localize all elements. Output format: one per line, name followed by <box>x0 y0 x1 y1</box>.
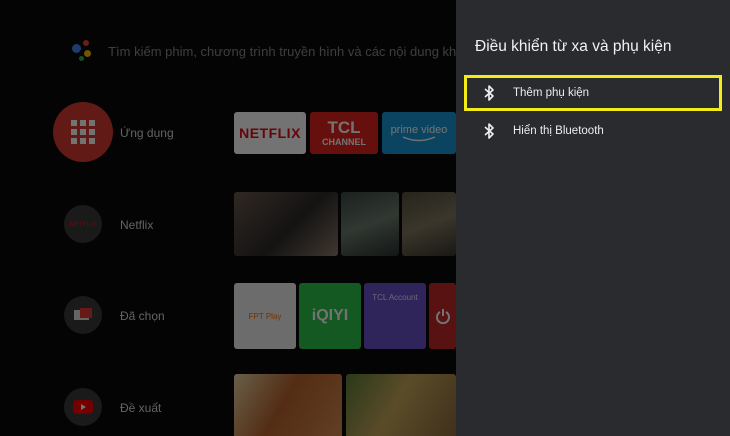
row-netflix: NETFLIX Netflix <box>0 185 456 265</box>
add-accessory-item[interactable]: Thêm phụ kiện <box>464 75 722 111</box>
search-bar[interactable]: Tìm kiếm phim, chương trình truyền hình … <box>70 36 456 66</box>
power-icon <box>435 309 450 324</box>
bluetooth-icon <box>484 123 494 139</box>
show-bluetooth-label: Hiển thị Bluetooth <box>513 125 604 137</box>
netflix-tile-label: NETFLIX <box>239 125 301 141</box>
netflix-app-tile[interactable]: NETFLIX <box>234 112 306 154</box>
power-app-tile[interactable] <box>429 283 456 349</box>
youtube-row-icon[interactable] <box>64 388 102 426</box>
row-label-selected: Đã chọn <box>120 309 165 323</box>
tcl-tile-label: TCL <box>327 118 361 137</box>
row-label-apps: Ứng dụng <box>120 126 174 140</box>
panel-title: Điều khiển từ xa và phụ kiện <box>475 38 672 55</box>
netflix-row-icon-text: NETFLIX <box>69 220 97 228</box>
row-selected: Đã chọn FPT Play iQIYI TCL Account <box>0 276 456 356</box>
row-recommended: Đề xuất <box>0 368 456 436</box>
recommended-video-tile-2[interactable] <box>346 374 456 436</box>
home-screen: Tìm kiếm phim, chương trình truyền hình … <box>0 0 456 436</box>
tcl-channel-tile-label: CHANNEL <box>322 137 366 147</box>
play-next-row-icon[interactable] <box>64 296 102 334</box>
netflix-content-tile-2[interactable] <box>341 192 399 256</box>
fpt-play-tile-label: FPT Play <box>248 311 282 321</box>
show-bluetooth-item[interactable]: Hiển thị Bluetooth <box>464 113 722 149</box>
recommended-video-tile-1[interactable] <box>234 374 342 436</box>
row-label-netflix: Netflix <box>120 218 154 232</box>
tcl-account-tile[interactable]: TCL Account <box>364 283 426 349</box>
iqiyi-tile[interactable]: iQIYI <box>299 283 361 349</box>
prime-video-app-tile[interactable]: prime video <box>382 112 456 154</box>
netflix-row-icon[interactable]: NETFLIX <box>64 205 102 243</box>
google-assistant-icon[interactable] <box>70 38 94 64</box>
fpt-play-tile[interactable]: FPT Play <box>234 283 296 349</box>
prime-smile-icon <box>402 136 436 142</box>
netflix-content-tile-3[interactable] <box>402 192 456 256</box>
row-apps: Ứng dụng NETFLIX TCL CHANNEL prime video <box>0 93 456 173</box>
prime-tile-label: prime video <box>390 124 448 136</box>
iqiyi-tile-label: iQIYI <box>311 307 349 324</box>
add-accessory-label: Thêm phụ kiện <box>513 87 590 99</box>
apps-grid-icon[interactable] <box>53 102 113 162</box>
accessories-settings-panel: Điều khiển từ xa và phụ kiện Thêm phụ ki… <box>456 0 730 436</box>
search-placeholder: Tìm kiếm phim, chương trình truyền hình … <box>108 43 456 59</box>
tcl-channel-app-tile[interactable]: TCL CHANNEL <box>310 112 378 154</box>
bluetooth-icon <box>484 85 494 101</box>
tcl-account-tile-label: TCL Account <box>372 293 418 302</box>
row-label-recommended: Đề xuất <box>120 401 162 415</box>
netflix-content-tile-1[interactable] <box>234 192 338 256</box>
